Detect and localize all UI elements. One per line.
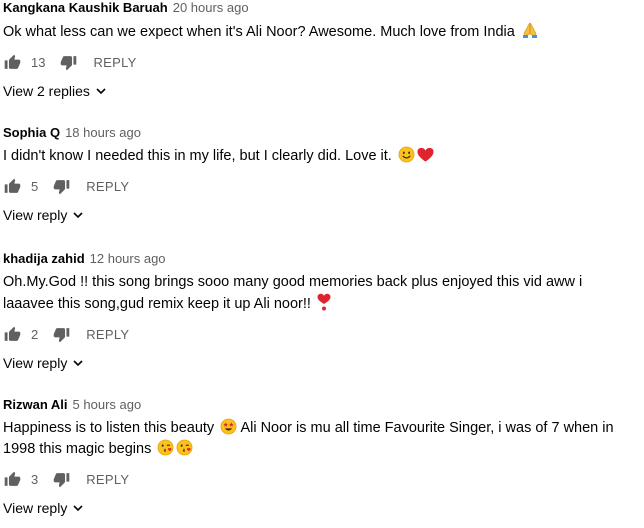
comment-text: Ok what less can we expect when it's Ali…	[3, 21, 636, 43]
comment-author[interactable]: Sophia Q	[3, 125, 60, 140]
thumbs-up-icon[interactable]	[3, 325, 21, 343]
comment-author[interactable]: Kangkana Kaushik Baruah	[3, 0, 168, 15]
thumbs-down-icon[interactable]	[52, 177, 70, 195]
view-replies-button[interactable]: View reply	[3, 205, 636, 225]
comment-timestamp[interactable]: 12 hours ago	[90, 251, 166, 266]
view-replies-button[interactable]: View reply	[3, 353, 636, 373]
comment-text: Oh.My.God !! this song brings sooo many …	[3, 272, 636, 315]
comment-thread: Sophia Q 18 hours ago I didn't know I ne…	[3, 125, 636, 225]
comment-author[interactable]: khadija zahid	[3, 251, 85, 266]
thumbs-down-icon[interactable]	[52, 325, 70, 343]
thumbs-down-icon[interactable]	[59, 53, 77, 71]
comment-timestamp[interactable]: 18 hours ago	[65, 125, 141, 140]
comment-body: Oh.My.God !! this song brings sooo many …	[3, 274, 583, 312]
comment-body: I didn't know I needed this in my life, …	[3, 148, 392, 164]
thumbs-up-icon[interactable]	[3, 470, 21, 488]
comment-body: Ok what less can we expect when it's Ali…	[3, 24, 515, 40]
comment-thread: Kangkana Kaushik Baruah 20 hours ago Ok …	[3, 0, 636, 101]
view-replies-label: View reply	[3, 207, 68, 223]
comment-timestamp[interactable]: 5 hours ago	[73, 397, 142, 412]
comment-actions: 3 REPLY	[3, 469, 636, 489]
comments-section: Kangkana Kaushik Baruah 20 hours ago Ok …	[0, 0, 644, 528]
heart-exclamation-emoji	[317, 293, 331, 311]
reply-button[interactable]: REPLY	[93, 55, 136, 70]
comment-text: I didn't know I needed this in my life, …	[3, 146, 636, 167]
like-count: 3	[31, 471, 39, 487]
folded-hands-emoji	[521, 21, 539, 39]
comment-actions: 5 REPLY	[3, 176, 636, 196]
view-replies-button[interactable]: View reply	[3, 498, 636, 518]
thumbs-up-icon[interactable]	[3, 177, 21, 195]
comment-header: Rizwan Ali 5 hours ago	[3, 397, 636, 415]
comment-thread: khadija zahid 12 hours ago Oh.My.God !! …	[3, 251, 636, 373]
view-replies-label: View reply	[3, 500, 68, 516]
star-struck-emoji	[220, 418, 237, 435]
like-count: 13	[31, 54, 46, 70]
face-blowing-kiss-emoji	[157, 439, 174, 456]
thumbs-down-icon[interactable]	[52, 470, 70, 488]
view-replies-label: View 2 replies	[3, 83, 90, 99]
comment-header: Sophia Q 18 hours ago	[3, 125, 636, 143]
thumbs-up-icon[interactable]	[3, 53, 21, 71]
chevron-down-icon	[73, 211, 83, 219]
comment-header: Kangkana Kaushik Baruah 20 hours ago	[3, 0, 636, 18]
chevron-down-icon	[73, 504, 83, 512]
comment-thread: Rizwan Ali 5 hours ago Happiness is to l…	[3, 397, 636, 518]
like-count: 2	[31, 326, 39, 342]
view-replies-label: View reply	[3, 355, 68, 371]
smiling-face-emoji	[398, 146, 415, 163]
face-blowing-kiss-emoji	[176, 439, 193, 456]
view-replies-button[interactable]: View 2 replies	[3, 81, 636, 101]
like-count: 5	[31, 178, 39, 194]
comment-author[interactable]: Rizwan Ali	[3, 397, 68, 412]
comment-actions: 2 REPLY	[3, 324, 636, 344]
comment-actions: 13 REPLY	[3, 52, 636, 72]
comment-timestamp[interactable]: 20 hours ago	[173, 0, 249, 15]
comment-text: Happiness is to listen this beauty Ali N…	[3, 418, 636, 460]
chevron-down-icon	[73, 359, 83, 367]
reply-button[interactable]: REPLY	[86, 327, 129, 342]
reply-button[interactable]: REPLY	[86, 179, 129, 194]
reply-button[interactable]: REPLY	[86, 472, 129, 487]
red-heart-emoji	[417, 147, 434, 163]
chevron-down-icon	[96, 87, 106, 95]
comment-header: khadija zahid 12 hours ago	[3, 251, 636, 269]
comment-body: Happiness is to listen this beauty	[3, 420, 215, 436]
